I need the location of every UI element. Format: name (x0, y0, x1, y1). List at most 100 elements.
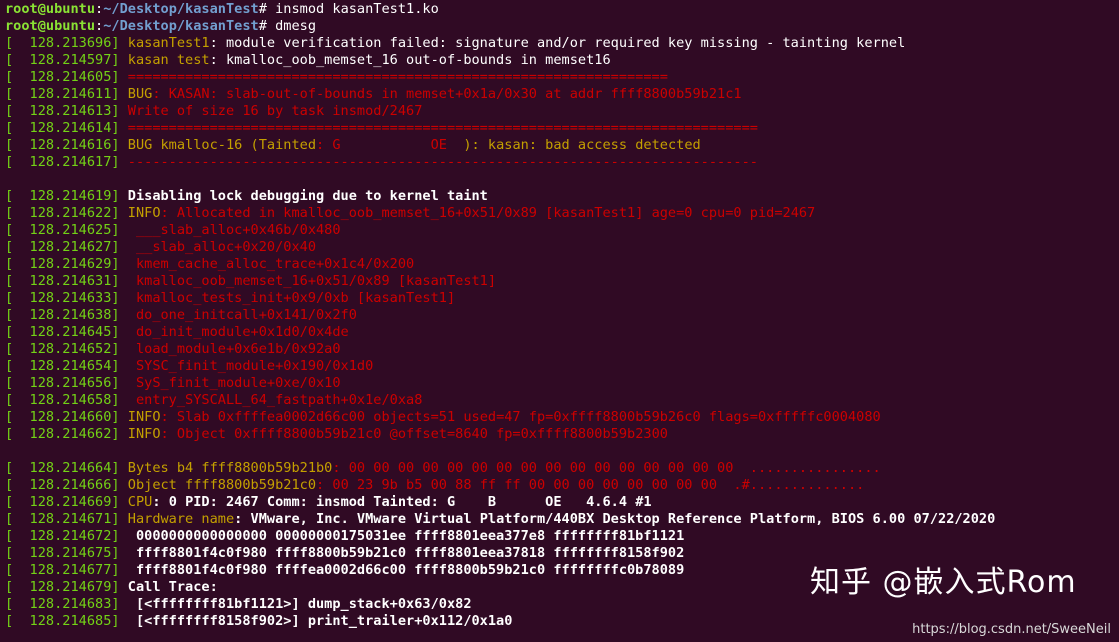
log-line: [ 128.214605] ==========================… (5, 69, 1119, 86)
log-line: [ 128.214629] kmem_cache_alloc_trace+0x1… (5, 256, 1119, 273)
log-text: kmalloc_oob_memset_16+0x51/0x89 [kasanTe… (127, 273, 497, 289)
log-timestamp: [ 128.214645] (5, 324, 128, 340)
log-line: [ 128.214662] INFO: Object 0xffff8800b59… (5, 426, 1119, 443)
log-timestamp: [ 128.214656] (5, 375, 128, 391)
log-line: [ 128.214633] kmalloc_tests_init+0x9/0xb… (5, 290, 1119, 307)
log-text: : Slab 0xffffea0002d66c00 objects=51 use… (160, 409, 881, 425)
log-text: do_init_module+0x1d0/0x4de (127, 324, 349, 340)
log-text: ffff8801f4c0f980 ffffea0002d66c00 ffff88… (127, 562, 685, 578)
log-text: : Allocated in kmalloc_oob_memset_16+0x5… (160, 205, 816, 221)
log-text: Bytes b4 ffff8800b59b21b0 (127, 460, 333, 476)
log-timestamp: [ 128.214616] (5, 137, 128, 153)
log-timestamp: [ 128.214652] (5, 341, 128, 357)
log-text: CPU (127, 494, 153, 510)
log-line: [ 128.214627] __slab_alloc+0x20/0x40 (5, 239, 1119, 256)
log-text: : G OE (316, 137, 464, 153)
log-text: kasanTest1 (127, 35, 210, 51)
log-timestamp: [ 128.214629] (5, 256, 128, 272)
log-text: SyS_finit_module+0xe/0x10 (127, 375, 341, 391)
log-timestamp: [ 128.214654] (5, 358, 128, 374)
log-timestamp: [ 128.214666] (5, 477, 128, 493)
log-timestamp: [ 128.214658] (5, 392, 128, 408)
terminal-window[interactable]: root@ubuntu:~/Desktop/kasanTest# insmod … (0, 0, 1119, 642)
log-text: load_module+0x6e1b/0x92a0 (127, 341, 341, 357)
log-text: kmalloc_tests_init+0x9/0xb [kasanTest1] (127, 290, 456, 306)
log-timestamp: [ 128.214627] (5, 239, 128, 255)
log-line: [ 128.214625] ___slab_alloc+0x46b/0x480 (5, 222, 1119, 239)
log-text: [<ffffffff81bf1121>] dump_stack+0x63/0x8… (127, 596, 472, 612)
log-line: [ 128.214658] entry_SYSCALL_64_fastpath+… (5, 392, 1119, 409)
log-text: Object ffff8800b59b21c0 (127, 477, 317, 493)
log-timestamp: [ 128.214679] (5, 579, 128, 595)
log-line: [ 128.214671] Hardware name: VMware, Inc… (5, 511, 1119, 528)
log-line: [ 128.214675] ffff8801f4c0f980 ffff8800b… (5, 545, 1119, 562)
log-text: BUG kmalloc-16 (Tainted (127, 137, 317, 153)
log-timestamp: [ 128.214685] (5, 613, 128, 629)
log-line: [ 128.214660] INFO: Slab 0xffffea0002d66… (5, 409, 1119, 426)
log-text: kasan test (127, 52, 210, 68)
log-timestamp: [ 128.214683] (5, 596, 128, 612)
log-text: ffff8801f4c0f980 ffff8800b59b21c0 ffff88… (127, 545, 685, 561)
log-text: : 0 PID: 2467 Comm: insmod Tainted: G B … (152, 494, 652, 510)
log-timestamp: [ 128.214664] (5, 460, 128, 476)
log-timestamp: [ 128.214617] (5, 154, 128, 170)
log-line: [ 128.214672] 0000000000000000 000000001… (5, 528, 1119, 545)
log-timestamp: [ 128.214662] (5, 426, 128, 442)
log-text: [<ffffffff8158f902>] print_trailer+0x112… (127, 613, 513, 629)
command-line-2: root@ubuntu:~/Desktop/kasanTest# dmesg (5, 18, 317, 34)
log-line: [ 128.214654] SYSC_finit_module+0x190/0x… (5, 358, 1119, 375)
log-text: 0000000000000000 00000000175031ee ffff88… (127, 528, 685, 544)
log-timestamp: [ 128.214677] (5, 562, 128, 578)
log-line: [ 128.214611] BUG: KASAN: slab-out-of-bo… (5, 86, 1119, 103)
log-text: entry_SYSCALL_64_fastpath+0x1e/0xa8 (127, 392, 423, 408)
log-timestamp: [ 128.214619] (5, 188, 128, 204)
log-line: [ 128.214622] INFO: Allocated in kmalloc… (5, 205, 1119, 222)
command-line-1: root@ubuntu:~/Desktop/kasanTest# insmod … (5, 1, 439, 17)
log-line: [ 128.214656] SyS_finit_module+0xe/0x10 (5, 375, 1119, 392)
log-line: [ 128.214613] Write of size 16 by task i… (5, 103, 1119, 120)
log-timestamp: [ 128.214613] (5, 103, 128, 119)
log-text: ___slab_alloc+0x46b/0x480 (127, 222, 341, 238)
log-line: [ 128.214666] Object ffff8800b59b21c0: 0… (5, 477, 1119, 494)
log-text: kmem_cache_alloc_trace+0x1c4/0x200 (127, 256, 415, 272)
log-line: [ 128.214669] CPU: 0 PID: 2467 Comm: ins… (5, 494, 1119, 511)
log-text: BUG (127, 86, 153, 102)
log-line: [ 128.214638] do_one_initcall+0x141/0x2f… (5, 307, 1119, 324)
log-text: SYSC_finit_module+0x190/0x1d0 (127, 358, 374, 374)
log-line: [ 128.214617] --------------------------… (5, 154, 1119, 171)
log-text: Disabling lock debugging due to kernel t… (127, 188, 488, 204)
log-text: ----------------------------------------… (127, 154, 758, 170)
log-text: : 00 23 9b b5 00 88 ff ff 00 00 00 00 00… (316, 477, 865, 493)
log-timestamp: [ 128.214631] (5, 273, 128, 289)
terminal-output: root@ubuntu:~/Desktop/kasanTest# insmod … (5, 1, 1119, 630)
log-timestamp: [ 128.214675] (5, 545, 128, 561)
log-text: ========================================… (127, 120, 758, 136)
log-timestamp: [ 128.214633] (5, 290, 128, 306)
log-timestamp: [ 128.213696] (5, 35, 128, 51)
log-text: ========================================… (127, 69, 668, 85)
log-text: Write of size 16 by task insmod/2467 (127, 103, 423, 119)
log-text: : KASAN: slab-out-of-bounds in memset+0x… (152, 86, 742, 102)
log-line: [ 128.214652] load_module+0x6e1b/0x92a0 (5, 341, 1119, 358)
log-timestamp: [ 128.214605] (5, 69, 128, 85)
log-line: [ 128.213696] kasanTest1: module verific… (5, 35, 1119, 52)
log-text: INFO (127, 426, 161, 442)
log-timestamp: [ 128.214622] (5, 205, 128, 221)
log-text: ): kasan: bad access detected (463, 137, 701, 153)
log-text: : VMware, Inc. VMware Virtual Platform/4… (234, 511, 996, 527)
log-text: : module verification failed: signature … (209, 35, 906, 51)
log-line: [ 128.214619] Disabling lock debugging d… (5, 188, 1119, 205)
log-text: : 00 00 00 00 00 00 00 00 00 00 00 00 00… (332, 460, 881, 476)
log-text: __slab_alloc+0x20/0x40 (127, 239, 317, 255)
log-timestamp: [ 128.214625] (5, 222, 128, 238)
log-timestamp: [ 128.214660] (5, 409, 128, 425)
log-line: [ 128.214631] kmalloc_oob_memset_16+0x51… (5, 273, 1119, 290)
watermark-text: 知乎 @嵌入式Rom (810, 565, 1077, 600)
log-text: INFO (127, 409, 161, 425)
log-text: Call Trace: (127, 579, 218, 595)
log-text: do_one_initcall+0x141/0x2f0 (127, 307, 357, 323)
log-line: [ 128.214664] Bytes b4 ffff8800b59b21b0:… (5, 460, 1119, 477)
log-timestamp: [ 128.214614] (5, 120, 128, 136)
log-line: [ 128.214616] BUG kmalloc-16 (Tainted: G… (5, 137, 1119, 154)
